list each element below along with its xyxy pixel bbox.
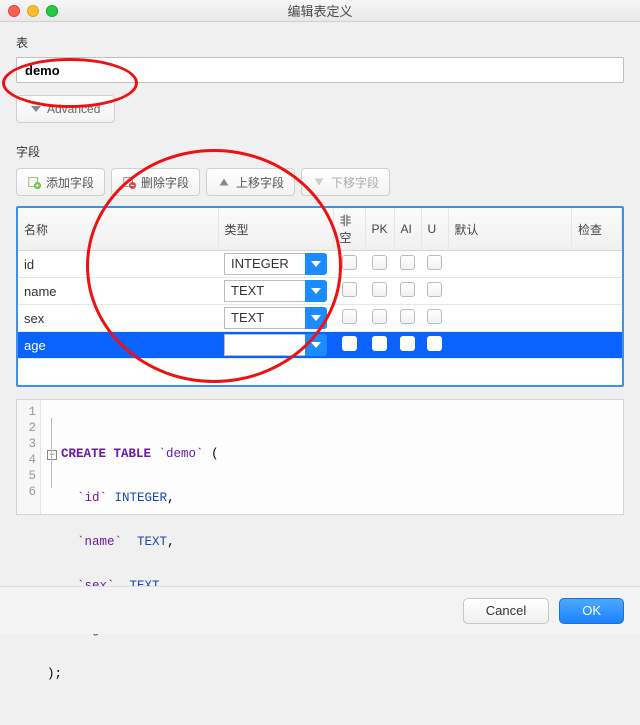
delete-icon bbox=[122, 175, 136, 189]
pk-checkbox[interactable] bbox=[372, 309, 387, 324]
chevron-down-icon[interactable] bbox=[305, 253, 327, 275]
move-up-button[interactable]: 上移字段 bbox=[206, 168, 295, 196]
fields-table: 名称 类型 非空 PK AI U 默认 检查 idINTEGERnameTEXT… bbox=[16, 206, 624, 387]
cell-check[interactable] bbox=[572, 305, 622, 332]
col-name[interactable]: 名称 bbox=[18, 208, 218, 251]
cell-check[interactable] bbox=[572, 332, 622, 359]
cell-check[interactable] bbox=[572, 251, 622, 278]
u-checkbox[interactable] bbox=[427, 255, 442, 270]
cell-name[interactable]: id bbox=[18, 251, 218, 278]
notnull-checkbox[interactable] bbox=[342, 336, 357, 351]
delete-field-button[interactable]: 删除字段 bbox=[111, 168, 200, 196]
ok-button[interactable]: OK bbox=[559, 598, 624, 624]
triangle-down-icon bbox=[312, 175, 326, 189]
line-gutter: 123456 bbox=[17, 400, 41, 514]
table-name-input[interactable] bbox=[16, 57, 624, 83]
ai-checkbox[interactable] bbox=[400, 309, 415, 324]
table-row[interactable]: sexTEXT bbox=[18, 305, 622, 332]
col-pk[interactable]: PK bbox=[365, 208, 394, 251]
table-row[interactable]: ageINTEGER bbox=[18, 332, 622, 359]
label-fields: 字段 bbox=[16, 143, 624, 160]
add-field-button[interactable]: 添加字段 bbox=[16, 168, 105, 196]
label-table: 表 bbox=[16, 34, 624, 51]
cancel-button[interactable]: Cancel bbox=[463, 598, 549, 624]
cell-default[interactable] bbox=[448, 332, 571, 359]
ai-checkbox[interactable] bbox=[400, 255, 415, 270]
col-notnull[interactable]: 非空 bbox=[333, 208, 365, 251]
table-row[interactable]: idINTEGER bbox=[18, 251, 622, 278]
notnull-checkbox[interactable] bbox=[342, 255, 357, 270]
dialog-footer: Cancel OK bbox=[0, 586, 640, 634]
col-u[interactable]: U bbox=[421, 208, 448, 251]
cell-name[interactable]: sex bbox=[18, 305, 218, 332]
add-icon bbox=[27, 175, 41, 189]
pk-checkbox[interactable] bbox=[372, 255, 387, 270]
chevron-down-icon bbox=[31, 106, 41, 112]
cell-name[interactable]: age bbox=[18, 332, 218, 359]
minimize-icon[interactable] bbox=[27, 5, 39, 17]
ai-checkbox[interactable] bbox=[400, 282, 415, 297]
chevron-down-icon[interactable] bbox=[305, 307, 327, 329]
header-row: 名称 类型 非空 PK AI U 默认 检查 bbox=[18, 208, 622, 251]
chevron-down-icon[interactable] bbox=[305, 280, 327, 302]
table-row[interactable]: nameTEXT bbox=[18, 278, 622, 305]
cell-name[interactable]: name bbox=[18, 278, 218, 305]
pk-checkbox[interactable] bbox=[372, 336, 387, 351]
col-default[interactable]: 默认 bbox=[448, 208, 571, 251]
cell-default[interactable] bbox=[448, 305, 571, 332]
zoom-icon[interactable] bbox=[46, 5, 58, 17]
advanced-label: Advanced bbox=[47, 102, 100, 116]
move-down-button[interactable]: 下移字段 bbox=[301, 168, 390, 196]
ai-checkbox[interactable] bbox=[400, 336, 415, 351]
sql-code[interactable]: −CREATE TABLE `demo` ( `id` INTEGER, `na… bbox=[41, 400, 227, 514]
u-checkbox[interactable] bbox=[427, 282, 442, 297]
cell-default[interactable] bbox=[448, 251, 571, 278]
triangle-up-icon bbox=[217, 175, 231, 189]
pk-checkbox[interactable] bbox=[372, 282, 387, 297]
fold-icon[interactable]: − bbox=[47, 450, 57, 460]
notnull-checkbox[interactable] bbox=[342, 309, 357, 324]
cell-type[interactable]: INTEGER bbox=[218, 332, 333, 359]
u-checkbox[interactable] bbox=[427, 309, 442, 324]
advanced-button[interactable]: Advanced bbox=[16, 95, 115, 123]
col-ai[interactable]: AI bbox=[394, 208, 421, 251]
cell-check[interactable] bbox=[572, 278, 622, 305]
cell-default[interactable] bbox=[448, 278, 571, 305]
fields-toolbar: 添加字段 删除字段 上移字段 下移字段 bbox=[16, 168, 624, 196]
col-check[interactable]: 检查 bbox=[572, 208, 622, 251]
col-type[interactable]: 类型 bbox=[218, 208, 333, 251]
u-checkbox[interactable] bbox=[427, 336, 442, 351]
notnull-checkbox[interactable] bbox=[342, 282, 357, 297]
cell-type[interactable]: TEXT bbox=[218, 305, 333, 332]
cell-type[interactable]: INTEGER bbox=[218, 251, 333, 278]
cell-type[interactable]: TEXT bbox=[218, 278, 333, 305]
chevron-down-icon[interactable] bbox=[305, 334, 327, 356]
close-icon[interactable] bbox=[8, 5, 20, 17]
sql-pane: 123456 −CREATE TABLE `demo` ( `id` INTEG… bbox=[16, 399, 624, 515]
titlebar: 编辑表定义 bbox=[0, 0, 640, 22]
window-title: 编辑表定义 bbox=[8, 1, 632, 20]
